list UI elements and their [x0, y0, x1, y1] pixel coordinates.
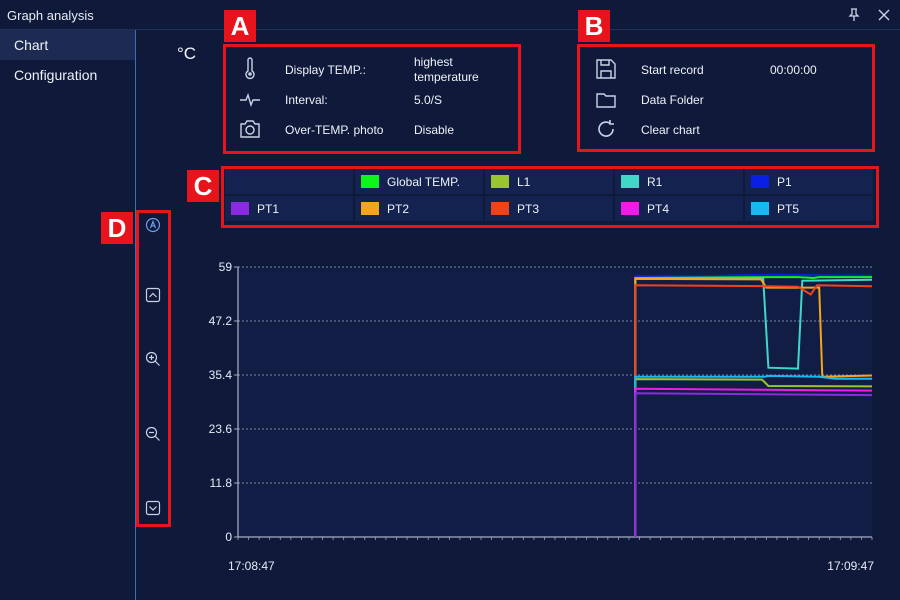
unit-label: °C	[177, 44, 197, 63]
refresh-icon[interactable]	[594, 117, 618, 141]
y-tick-label: 59	[219, 260, 233, 274]
sidebar-item-label: Chart	[14, 37, 49, 53]
callout-c: C	[187, 170, 219, 202]
legend-item-r1[interactable]: R1	[615, 169, 743, 194]
clear-chart-button[interactable]: Clear chart	[641, 123, 700, 137]
legend-item-pt5[interactable]: PT5	[745, 196, 873, 221]
legend-label: Global TEMP.	[387, 175, 460, 189]
legend-label: PT3	[517, 202, 540, 216]
record-panel	[577, 44, 875, 152]
callout-b: B	[578, 10, 610, 42]
save-icon[interactable]	[594, 57, 618, 81]
scroll-down-icon[interactable]	[145, 500, 161, 516]
legend-label: PT2	[387, 202, 410, 216]
auto-scale-icon[interactable]	[145, 217, 161, 233]
legend-swatch	[231, 202, 249, 215]
legend-item-pt1[interactable]: PT1	[225, 196, 353, 221]
pin-icon[interactable]	[845, 6, 863, 24]
title-bar: Graph analysis	[0, 0, 900, 30]
legend-label: PT5	[777, 202, 800, 216]
legend-swatch	[621, 202, 639, 215]
zoom-out-icon[interactable]	[145, 426, 161, 442]
interval-value[interactable]: 5.0/S	[414, 93, 442, 107]
legend: Global TEMP. L1 R1 P1 PT1 PT2 PT3 PT4 PT…	[225, 169, 877, 223]
interval-label: Interval:	[285, 93, 328, 107]
legend-swatch	[361, 202, 379, 215]
close-icon[interactable]	[875, 6, 893, 24]
record-timer: 00:00:00	[770, 63, 817, 77]
display-settings-panel	[223, 44, 521, 154]
legend-swatch	[491, 175, 509, 188]
callout-a: A	[224, 10, 256, 42]
folder-icon[interactable]	[594, 88, 618, 112]
legend-label: R1	[647, 175, 663, 189]
window-title: Graph analysis	[7, 8, 94, 23]
y-tick-label: 35.4	[209, 368, 233, 382]
thermometer-icon	[238, 57, 262, 81]
legend-item-l1[interactable]: L1	[485, 169, 613, 194]
legend-label: L1	[517, 175, 531, 189]
legend-swatch	[751, 202, 769, 215]
legend-item-pt2[interactable]: PT2	[355, 196, 483, 221]
sidebar-item-chart[interactable]: Chart	[0, 30, 135, 60]
y-tick-label: 47.2	[209, 314, 233, 328]
sidebar: Chart Configuration	[0, 30, 136, 600]
display-temp-value-line1[interactable]: highest	[414, 55, 453, 69]
legend-item-pt3[interactable]: PT3	[485, 196, 613, 221]
scroll-up-icon[interactable]	[145, 287, 161, 303]
legend-item-global-temp[interactable]: Global TEMP.	[355, 169, 483, 194]
legend-label: PT1	[257, 202, 280, 216]
pulse-icon	[238, 88, 262, 112]
legend-label: P1	[777, 175, 792, 189]
temperature-chart[interactable]: 0 11.8 23.6 35.4 47.2 59 17:08:47 17:09:47	[180, 240, 880, 580]
chart-toolbar	[136, 210, 171, 527]
camera-icon	[238, 117, 262, 141]
legend-swatch	[491, 202, 509, 215]
legend-swatch	[621, 175, 639, 188]
start-record-button[interactable]: Start record	[641, 63, 704, 77]
callout-d: D	[101, 212, 133, 244]
plot-area	[238, 267, 872, 537]
display-temp-value-line2[interactable]: temperature	[414, 70, 479, 84]
y-tick-label: 23.6	[209, 422, 233, 436]
display-temp-label: Display TEMP.:	[285, 63, 366, 77]
sidebar-item-label: Configuration	[14, 67, 98, 83]
legend-swatch	[751, 175, 769, 188]
legend-swatch	[361, 175, 379, 188]
x-tick-label: 17:09:47	[827, 559, 874, 573]
sidebar-item-configuration[interactable]: Configuration	[0, 60, 135, 90]
y-tick-label: 11.8	[210, 476, 233, 490]
legend-item-p1[interactable]: P1	[745, 169, 873, 194]
x-tick-label: 17:08:47	[228, 559, 275, 573]
legend-empty-cell	[225, 169, 353, 194]
chart-svg[interactable]: 0 11.8 23.6 35.4 47.2 59 17:08:47 17:09:47	[180, 240, 880, 580]
zoom-in-icon[interactable]	[145, 351, 161, 367]
over-temp-photo-value[interactable]: Disable	[414, 123, 454, 137]
over-temp-photo-label: Over-TEMP. photo	[285, 123, 384, 137]
data-folder-button[interactable]: Data Folder	[641, 93, 704, 107]
y-tick-label: 0	[225, 530, 232, 544]
legend-label: PT4	[647, 202, 670, 216]
legend-item-pt4[interactable]: PT4	[615, 196, 743, 221]
